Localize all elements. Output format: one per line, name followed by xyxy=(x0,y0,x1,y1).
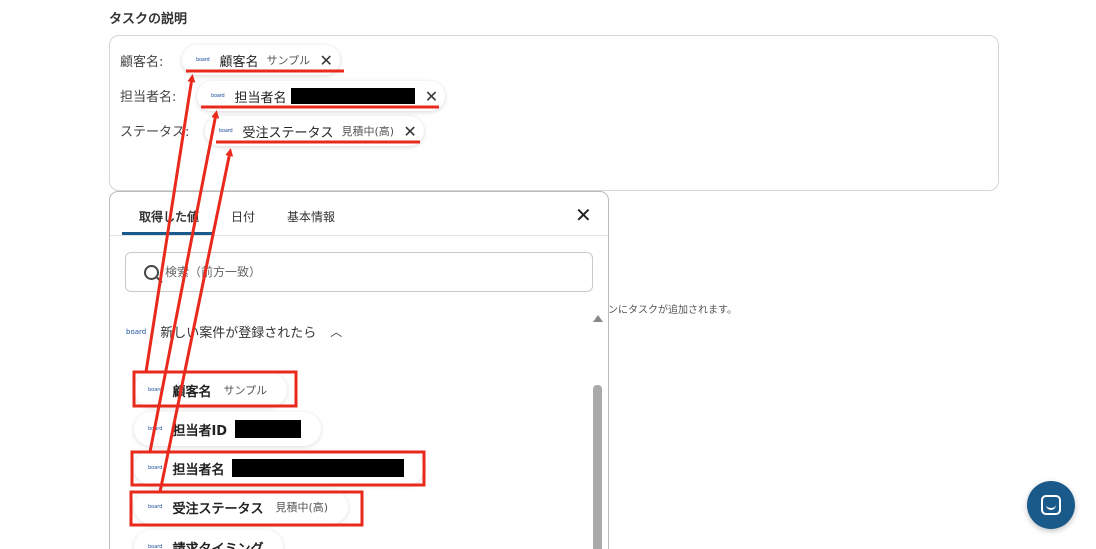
chip-order-status[interactable]: board 受注ステータス 見積中(高) ✕ xyxy=(205,116,425,146)
list-item-assignee-name[interactable]: board 担当者名 xyxy=(134,451,425,485)
field-label-customer: 顧客名: xyxy=(120,55,164,70)
remove-chip-icon[interactable]: ✕ xyxy=(402,122,418,141)
list-item-billing-timing[interactable]: board 請求タイミング xyxy=(134,530,284,549)
redacted-value xyxy=(235,420,302,438)
item-label: 顧客名 xyxy=(172,384,212,400)
board-logo-icon: board xyxy=(148,504,163,510)
item-label: 請求タイミング xyxy=(172,541,264,549)
search-box[interactable] xyxy=(125,252,593,292)
chip-label: 受注ステータス xyxy=(242,125,334,141)
board-logo-icon: board xyxy=(148,426,163,432)
tab-basic-info[interactable]: 基本情報 xyxy=(287,208,335,225)
field-label-assignee: 担当者名: xyxy=(120,90,177,105)
chip-sample-value: 見積中(高) xyxy=(341,125,395,138)
chip-assignee-name[interactable]: board 担当者名 ✕ xyxy=(197,81,446,111)
chip-label: 顧客名 xyxy=(219,54,259,70)
list-item-assignee-id[interactable]: board 担当者ID xyxy=(134,412,322,446)
tab-divider xyxy=(110,235,608,236)
list-item-customer-name[interactable]: board 顧客名 サンプル xyxy=(134,373,288,407)
item-label: 担当者ID xyxy=(172,423,228,439)
remove-chip-icon[interactable]: ✕ xyxy=(318,51,334,70)
chip-sample-value: サンプル xyxy=(266,54,311,67)
chat-icon xyxy=(1041,495,1061,515)
chip-label: 担当者名 xyxy=(234,90,287,106)
variable-picker-panel: 取得した値 日付 基本情報 ✕ board 新しい案件が登録されたら ︿ boa… xyxy=(109,191,609,549)
board-logo-icon: board xyxy=(148,544,163,549)
field-label-status: ステータス: xyxy=(120,125,190,140)
board-logo-icon: board xyxy=(126,327,147,336)
scrollbar-thumb[interactable] xyxy=(593,385,602,549)
scroll-up-arrow[interactable] xyxy=(593,315,603,322)
board-logo-icon: board xyxy=(148,465,163,471)
group-title: 新しい案件が登録されたら xyxy=(160,326,317,341)
tab-date[interactable]: 日付 xyxy=(231,208,255,225)
section-title: タスクの説明 xyxy=(109,12,188,27)
board-logo-icon: board xyxy=(211,93,225,99)
redacted-value xyxy=(232,459,405,477)
search-input[interactable] xyxy=(165,265,565,279)
redacted-value xyxy=(291,88,416,104)
close-icon[interactable]: ✕ xyxy=(575,203,592,227)
remove-chip-icon[interactable]: ✕ xyxy=(423,87,439,106)
board-logo-icon: board xyxy=(196,57,210,63)
board-logo-icon: board xyxy=(219,128,233,134)
item-sample-value: 見積中(高) xyxy=(275,501,329,514)
tab-fetched-values[interactable]: 取得した値 xyxy=(139,208,199,225)
item-label: 受注ステータス xyxy=(172,501,264,517)
chip-customer-name[interactable]: board 顧客名 サンプル ✕ xyxy=(182,45,341,75)
search-icon xyxy=(144,264,159,280)
item-label: 担当者名 xyxy=(172,462,225,478)
board-logo-icon: board xyxy=(148,387,163,393)
chat-support-button[interactable] xyxy=(1027,481,1075,529)
hint-text: ンにタスクが追加されます。 xyxy=(608,305,737,316)
trigger-group-header[interactable]: board 新しい案件が登録されたら ︿ xyxy=(126,322,342,341)
item-sample-value: サンプル xyxy=(223,384,268,397)
chevron-up-icon[interactable]: ︿ xyxy=(330,323,342,340)
list-item-order-status[interactable]: board 受注ステータス 見積中(高) xyxy=(134,490,349,524)
